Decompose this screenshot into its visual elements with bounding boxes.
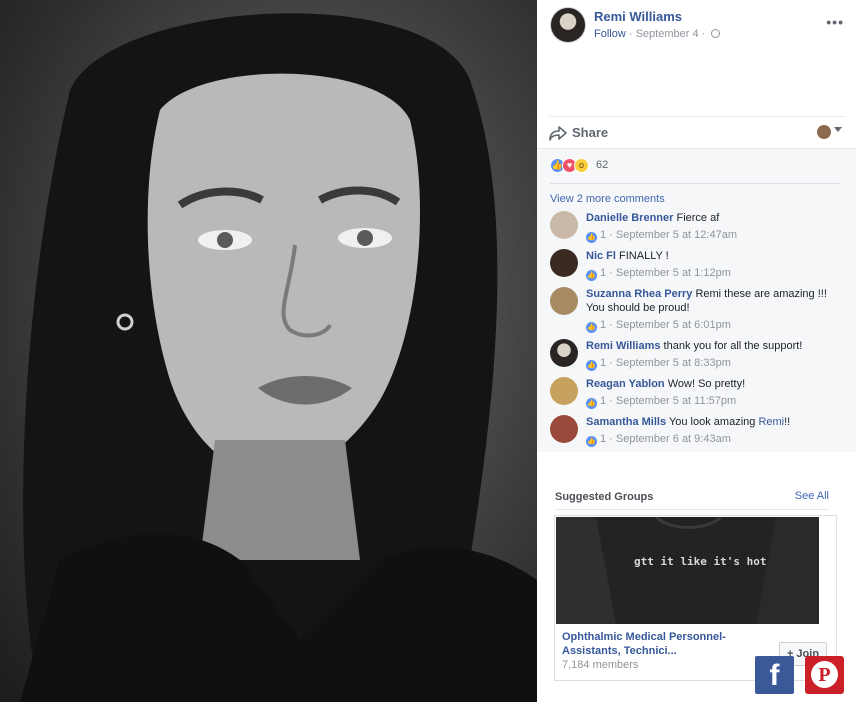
divider: [550, 183, 840, 184]
author-avatar[interactable]: [550, 7, 586, 43]
group-member-count: 7,184 members: [562, 659, 639, 671]
comment-time[interactable]: September 5 at 11:57pm: [616, 395, 736, 407]
portrait-illustration: [20, 13, 537, 702]
commenter-name[interactable]: Remi Williams: [586, 340, 660, 352]
comment-text: Wow! So pretty!: [667, 378, 746, 390]
view-more-comments-link[interactable]: View 2 more comments: [550, 193, 665, 205]
post-actions-row: Share: [549, 116, 845, 148]
comment-like-count[interactable]: 1: [600, 395, 606, 407]
like-icon: 👍: [586, 360, 597, 371]
comment-meta: 👍 1 · September 5 at 12:47am: [586, 229, 737, 243]
more-dots-icon[interactable]: •••: [826, 14, 844, 30]
see-all-link[interactable]: See All: [795, 490, 829, 502]
chevron-down-icon[interactable]: [834, 127, 842, 132]
commenter-avatar[interactable]: [550, 339, 578, 367]
commenter-avatar[interactable]: [550, 249, 578, 277]
comment-meta: 👍 1 · September 5 at 1:12pm: [586, 267, 731, 281]
comment-time[interactable]: September 5 at 1:12pm: [616, 267, 731, 279]
commenter-name[interactable]: Nic Fl: [586, 250, 616, 262]
share-button[interactable]: Share: [572, 125, 608, 140]
commenter-avatar[interactable]: [550, 287, 578, 315]
comment-meta: 👍 1 · September 5 at 11:57pm: [586, 395, 737, 409]
commenter-avatar[interactable]: [550, 377, 578, 405]
meta-separator-2: ·: [701, 28, 706, 40]
wow-icon: o: [574, 158, 589, 173]
comment-body: Suzanna Rhea Perry Remi these are amazin…: [586, 287, 840, 333]
post-panel: Remi Williams Follow · September 4 · •••…: [537, 0, 856, 702]
comment-body: Reagan Yablon Wow! So pretty! 👍 1 · Septe…: [586, 377, 840, 409]
comment-body: Remi Williams thank you for all the supp…: [586, 339, 840, 371]
tshirt-graphic: [556, 517, 819, 624]
reaction-count[interactable]: 62: [596, 159, 608, 171]
group-card[interactable]: gtt it like it's hot Ophthalmic Medical …: [554, 515, 837, 681]
commenter-name[interactable]: Danielle Brenner: [586, 212, 673, 224]
portrait-photo: [0, 0, 537, 702]
public-globe-icon: [711, 29, 721, 38]
comment-text: Fierce af: [676, 212, 720, 224]
comment-text-after: !!: [784, 416, 791, 428]
shirt-slogan: gtt it like it's hot: [634, 555, 767, 568]
comment-time[interactable]: September 6 at 9:43am: [616, 433, 731, 445]
like-icon: 👍: [586, 232, 597, 243]
divider: [555, 509, 829, 510]
like-icon: 👍: [586, 398, 597, 409]
commenter-avatar[interactable]: [550, 211, 578, 239]
commenter-avatar[interactable]: [550, 415, 578, 443]
comment-like-count[interactable]: 1: [600, 357, 606, 369]
post-date[interactable]: September 4: [636, 28, 699, 40]
comment-meta: 👍 1 · September 6 at 9:43am: [586, 433, 731, 447]
meta-separator: ·: [628, 28, 633, 40]
comment-body: Samantha Mills You look amazing Remi!! 👍…: [586, 415, 840, 447]
like-icon: 👍: [586, 322, 597, 333]
comment-like-count[interactable]: 1: [600, 319, 606, 331]
comment-meta: 👍 1 · September 5 at 6:01pm: [586, 319, 731, 333]
comment-text: You look amazing: [668, 416, 756, 428]
comment-time[interactable]: September 5 at 12:47am: [616, 229, 737, 241]
group-cover-image[interactable]: gtt it like it's hot: [556, 517, 819, 624]
share-icon[interactable]: [549, 125, 567, 141]
like-icon: 👍: [586, 270, 597, 281]
comment-time[interactable]: September 5 at 6:01pm: [616, 319, 731, 331]
comment-like-count[interactable]: 1: [600, 433, 606, 445]
commenter-name[interactable]: Suzanna Rhea Perry: [586, 288, 692, 300]
like-icon: 👍: [586, 436, 597, 447]
author-name[interactable]: Remi Williams: [594, 9, 682, 24]
group-name-link[interactable]: Ophthalmic Medical Personnel-Assistants,…: [562, 630, 742, 658]
comment-time[interactable]: September 5 at 8:33pm: [616, 357, 731, 369]
post-header: Remi Williams Follow · September 4 · •••: [537, 0, 856, 60]
post-meta: Follow · September 4 ·: [594, 28, 721, 40]
pinterest-share-icon[interactable]: P: [805, 656, 844, 694]
comment-mention[interactable]: Remi: [758, 416, 784, 428]
pinterest-logo: P: [811, 661, 838, 688]
suggested-groups-title: Suggested Groups: [555, 491, 654, 503]
comment-body: Danielle Brenner Fierce af 👍 1 · Septembe…: [586, 211, 840, 243]
comments-area: 👍 ♥ o 62 View 2 more comments Danielle B…: [537, 148, 856, 452]
facebook-share-icon[interactable]: f: [755, 656, 794, 694]
comment-like-count[interactable]: 1: [600, 267, 606, 279]
follow-link[interactable]: Follow: [594, 28, 626, 40]
viewer-avatar[interactable]: [817, 125, 831, 139]
comment-like-count[interactable]: 1: [600, 229, 606, 241]
comment-meta: 👍 1 · September 5 at 8:33pm: [586, 357, 731, 371]
comment-text: thank you for all the support!: [663, 340, 803, 352]
commenter-name[interactable]: Reagan Yablon: [586, 378, 665, 390]
comment-body: Nic Fl FINALLY ! 👍 1 · September 5 at 1:1…: [586, 249, 840, 281]
comment-text: FINALLY !: [619, 250, 669, 262]
commenter-name[interactable]: Samantha Mills: [586, 416, 666, 428]
